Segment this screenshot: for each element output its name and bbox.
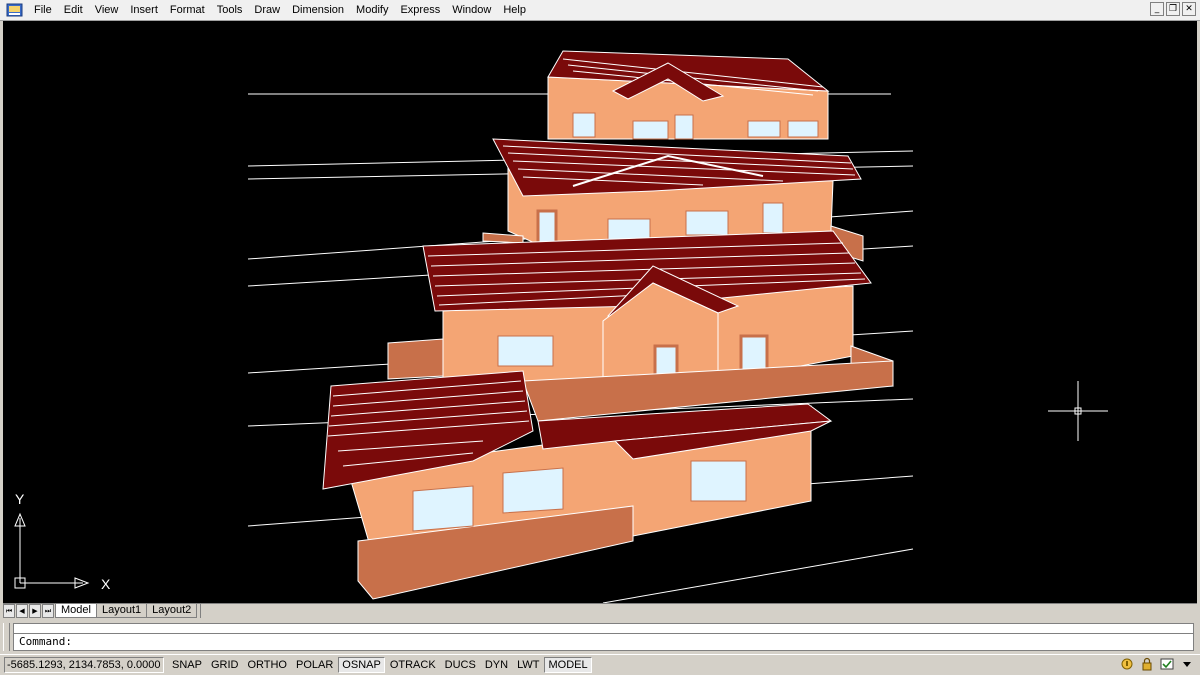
menu-format[interactable]: Format: [164, 1, 211, 19]
top-story: [547, 50, 830, 140]
lock-icon[interactable]: [1140, 657, 1154, 671]
menu-express[interactable]: Express: [394, 1, 446, 19]
status-bar: -5685.1293, 2134.7853, 0.0000 SNAP GRID …: [0, 654, 1200, 675]
close-button[interactable]: ✕: [1182, 2, 1196, 16]
tab-last-button[interactable]: ⏭: [42, 604, 54, 618]
crosshair-cursor: [1048, 381, 1108, 441]
ortho-toggle[interactable]: ORTHO: [243, 657, 291, 673]
command-input[interactable]: Command:: [13, 633, 1194, 651]
command-window: Command:: [0, 619, 1200, 654]
tab-next-button[interactable]: ▶: [29, 604, 41, 618]
autocad-window: File Edit View Insert Format Tools Draw …: [0, 0, 1200, 675]
horizontal-scrollbar[interactable]: [200, 604, 1197, 618]
status-tray: [1120, 657, 1194, 671]
menu-window[interactable]: Window: [446, 1, 497, 19]
ducs-toggle[interactable]: DUCS: [441, 657, 480, 673]
menu-items: File Edit View Insert Format Tools Draw …: [28, 1, 532, 19]
tab-first-button[interactable]: ⏮: [3, 604, 15, 618]
restore-button[interactable]: ❐: [1166, 2, 1180, 16]
menu-modify[interactable]: Modify: [350, 1, 394, 19]
polar-toggle[interactable]: POLAR: [292, 657, 337, 673]
menu-insert[interactable]: Insert: [124, 1, 164, 19]
command-window-grip[interactable]: [3, 623, 10, 651]
layout-tab-bar: ⏮ ◀ ▶ ⏭ Model Layout1 Layout2: [3, 603, 1197, 618]
menu-help[interactable]: Help: [497, 1, 532, 19]
menu-bar: File Edit View Insert Format Tools Draw …: [0, 0, 1200, 21]
menu-file[interactable]: File: [28, 1, 58, 19]
house-3d-model: Y X: [14, 50, 1108, 603]
window-controls: _ ❐ ✕: [1150, 2, 1196, 16]
menu-draw[interactable]: Draw: [248, 1, 286, 19]
tab-model[interactable]: Model: [55, 604, 97, 618]
grid-toggle[interactable]: GRID: [207, 657, 243, 673]
ucs-y-label: Y: [15, 491, 25, 507]
ucs-x-label: X: [101, 576, 111, 592]
menu-tools[interactable]: Tools: [211, 1, 249, 19]
command-history: [13, 623, 1194, 633]
otrack-toggle[interactable]: OTRACK: [386, 657, 440, 673]
model-space-viewport[interactable]: Y X: [3, 21, 1197, 603]
lwt-toggle[interactable]: LWT: [513, 657, 543, 673]
osnap-toggle[interactable]: OSNAP: [338, 657, 385, 673]
tab-prev-button[interactable]: ◀: [16, 604, 28, 618]
menu-edit[interactable]: Edit: [58, 1, 89, 19]
minimize-button[interactable]: _: [1150, 2, 1164, 16]
autocad-app-icon[interactable]: [6, 2, 24, 18]
dyn-toggle[interactable]: DYN: [481, 657, 512, 673]
ucs-icon: [14, 512, 90, 589]
chevron-down-icon[interactable]: [1180, 657, 1194, 671]
tray-settings-icon[interactable]: [1160, 657, 1174, 671]
communication-center-icon[interactable]: [1120, 657, 1134, 671]
menu-view[interactable]: View: [89, 1, 125, 19]
menu-dimension[interactable]: Dimension: [286, 1, 350, 19]
tab-layout1[interactable]: Layout1: [95, 604, 148, 618]
tab-layout2[interactable]: Layout2: [146, 604, 198, 618]
snap-toggle[interactable]: SNAP: [168, 657, 206, 673]
coordinate-readout[interactable]: -5685.1293, 2134.7853, 0.0000: [4, 657, 164, 673]
model-toggle[interactable]: MODEL: [544, 657, 592, 673]
